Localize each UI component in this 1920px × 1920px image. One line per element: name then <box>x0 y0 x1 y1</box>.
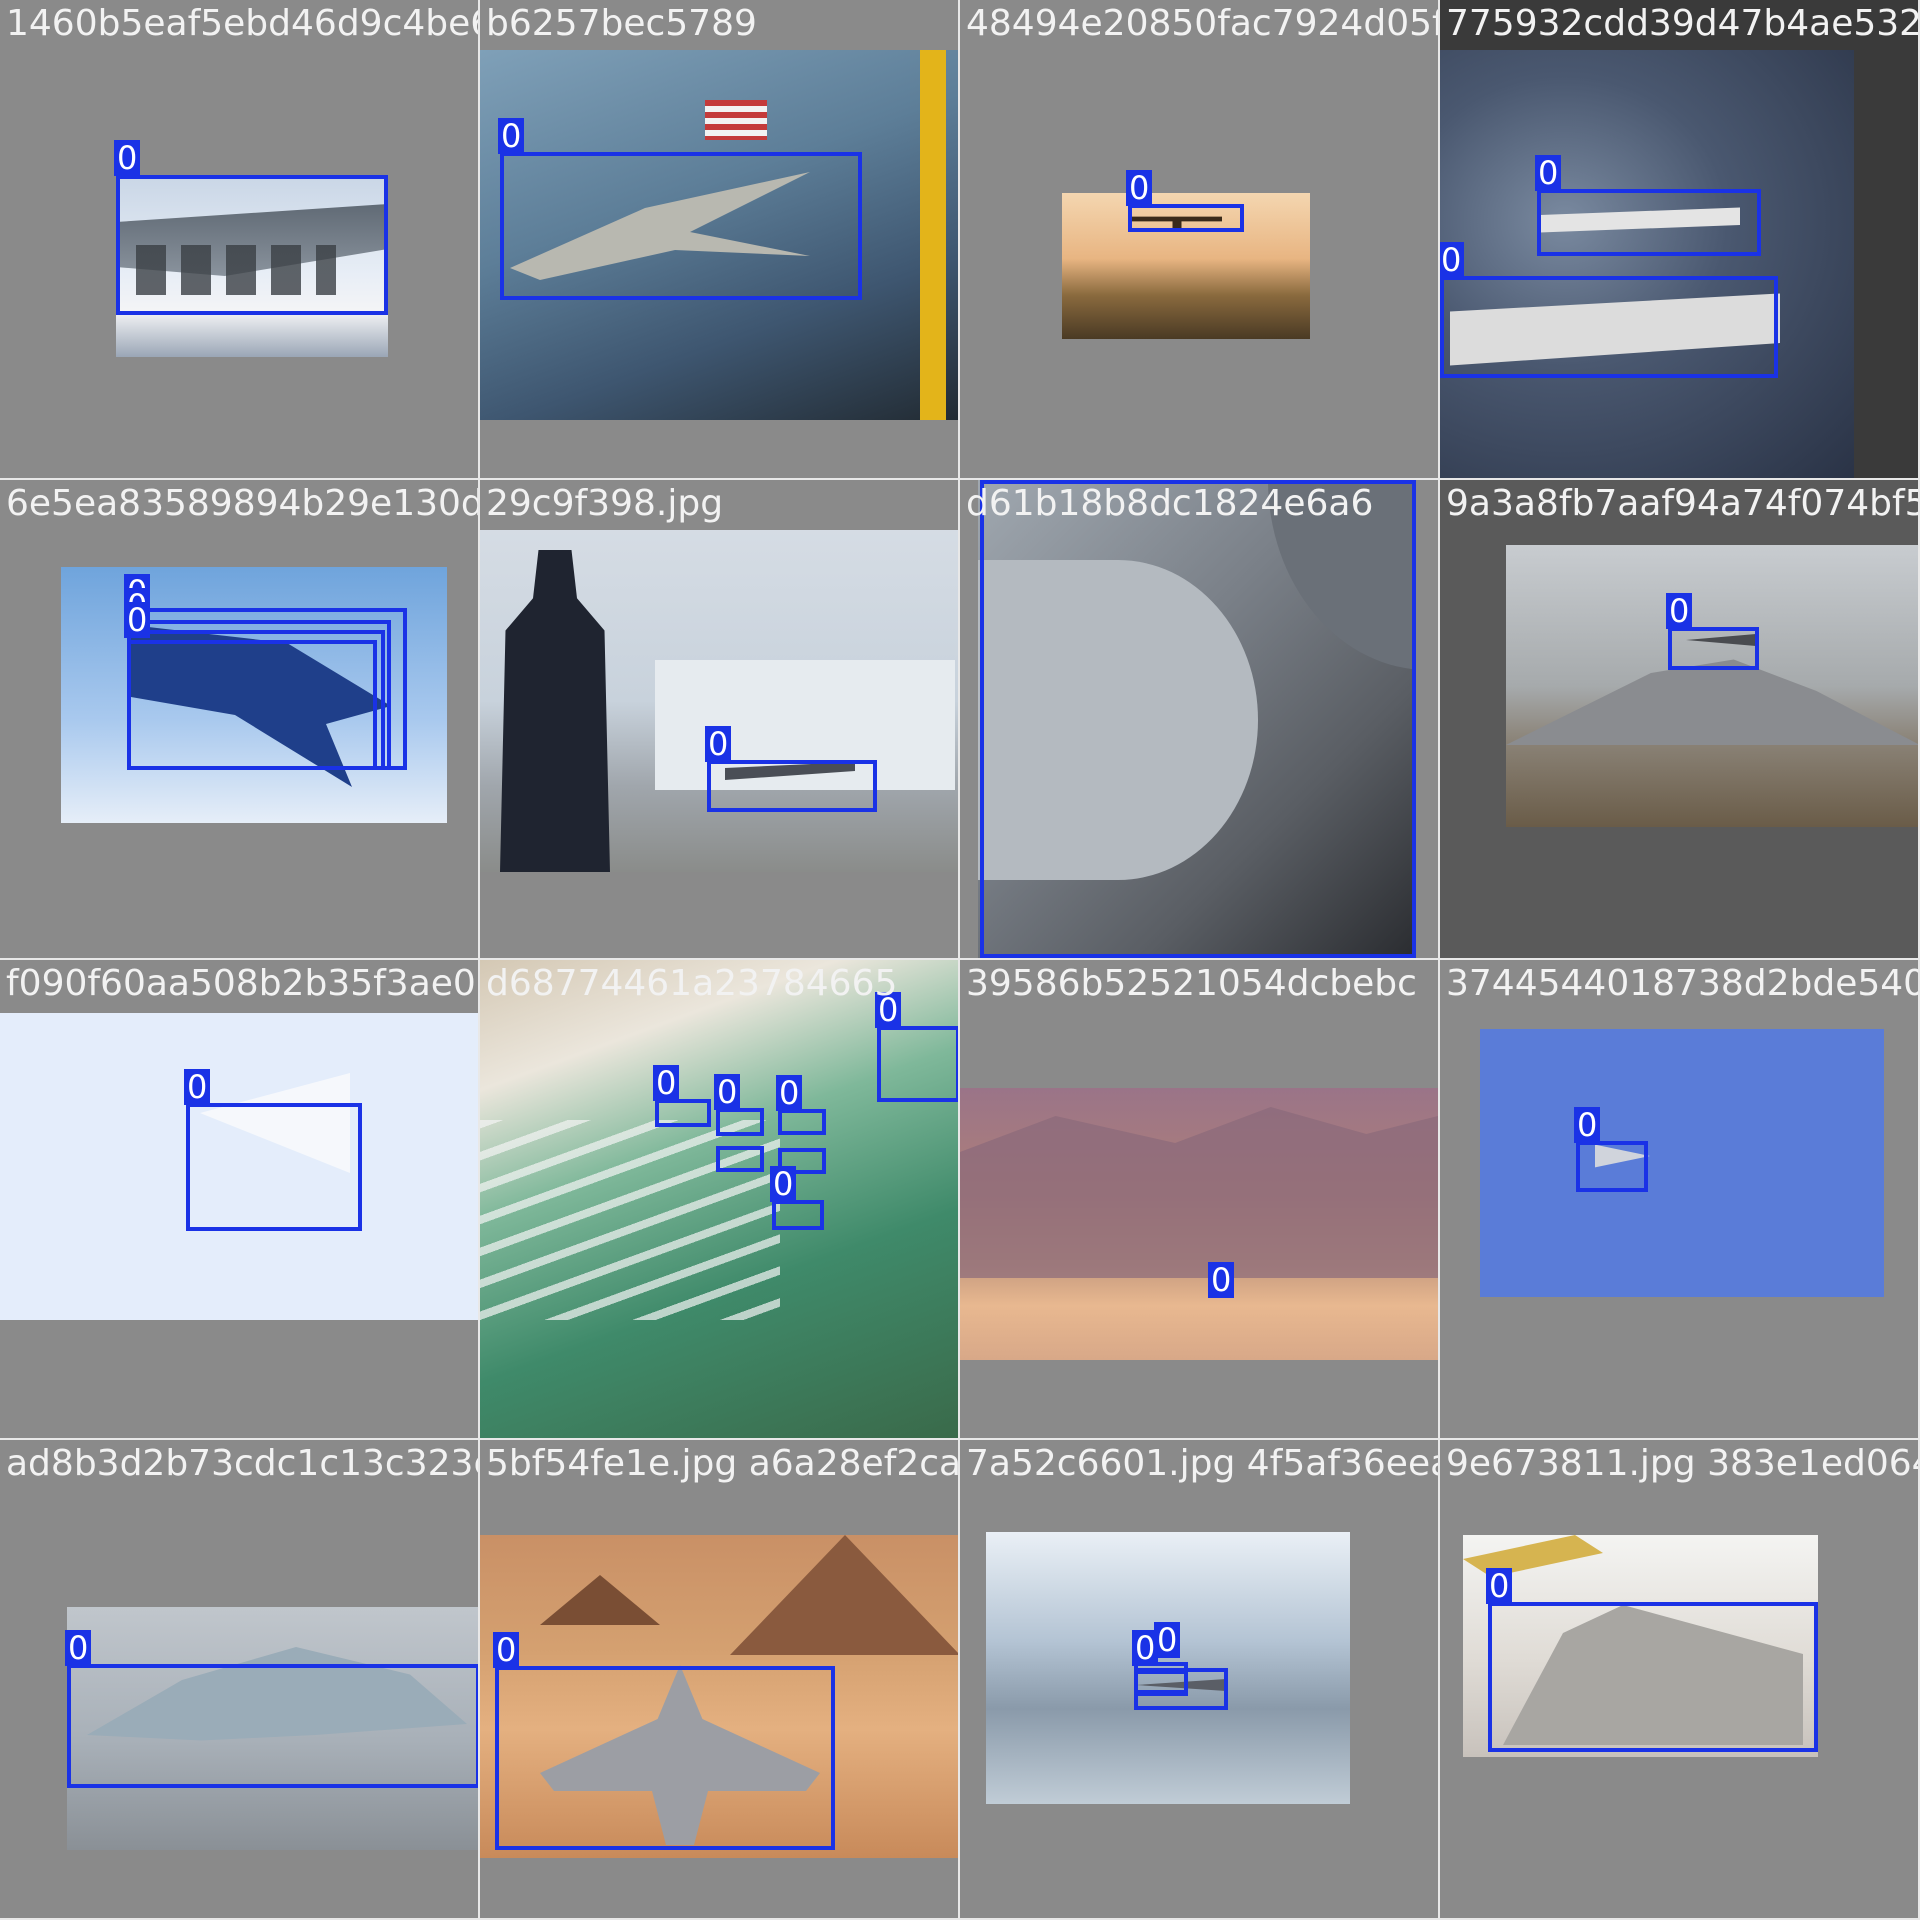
tile-8: 0 9a3a8fb7aaf94a74f074bf538 <box>1440 480 1920 960</box>
detection-label: 0 <box>1574 1107 1601 1143</box>
tile-filename: 48494e20850fac7924d05f7 <box>966 3 1440 44</box>
image-mosaic: 0 1460b5eaf5ebd46d9c4be6ea 0 b6257bec578… <box>0 0 1920 1920</box>
detection-label: 0 <box>1486 1568 1513 1604</box>
tile-1: 0 1460b5eaf5ebd46d9c4be6ea <box>0 0 480 480</box>
detection-label: 0 <box>705 726 732 762</box>
tile-filename: ad8b3d2b73cdc1c13c323c9b <box>6 1443 478 1484</box>
detection-label: 0 <box>1535 155 1562 191</box>
photo-blue-sky-jet <box>1480 1029 1884 1297</box>
detection-box <box>67 1664 478 1788</box>
tile-11: 0 39586b52521054dcbebc <box>960 960 1440 1440</box>
detection-label: 0 <box>124 602 151 638</box>
pyramid-small-shape <box>540 1575 660 1625</box>
detection-box <box>127 640 377 770</box>
detection-label: 0 <box>498 118 525 154</box>
detection-label: 0 <box>776 1075 803 1111</box>
detection-box <box>1134 1668 1228 1710</box>
detection-box <box>116 175 388 315</box>
tile-filename: 7a52c6601.jpg 4f5af36eea2a9f <box>966 1443 1438 1484</box>
detection-label: 0 <box>184 1069 211 1105</box>
tile-filename: 9a3a8fb7aaf94a74f074bf538 <box>1446 483 1918 524</box>
detection-box <box>1440 276 1778 378</box>
tile-5: 0 0 0 6e5ea83589894b29e130d9ef <box>0 480 480 960</box>
detection-box <box>186 1103 362 1231</box>
tile-filename: 1460b5eaf5ebd46d9c4be6ea <box>6 3 478 44</box>
photo-hangar-kf21 <box>480 530 958 872</box>
tile-filename: 775932cdd39d47b4ae532580967c62474eae5c <box>1446 3 1920 44</box>
detection-box <box>716 1146 764 1172</box>
detection-box <box>772 1200 824 1230</box>
photo-awacs-sky <box>1440 50 1854 478</box>
tile-filename: b6257bec5789 <box>486 3 757 44</box>
detection-box <box>1668 627 1759 670</box>
detection-label: 0 <box>1440 242 1465 278</box>
tile-filename: d61b18b8dc1824e6a6 <box>966 483 1374 524</box>
detection-box <box>1128 204 1244 232</box>
pyramid-large-shape <box>730 1535 958 1655</box>
detection-box <box>980 480 1416 958</box>
tile-filename: d68774461a23784665 <box>486 963 898 1004</box>
detection-box <box>1488 1602 1818 1752</box>
tile-13: 0 ad8b3d2b73cdc1c13c323c9b <box>0 1440 480 1920</box>
detection-box <box>500 152 862 300</box>
detection-box <box>1576 1141 1648 1192</box>
excavator-arm-shape <box>1463 1535 1603 1577</box>
yellow-crane-shape <box>920 50 946 420</box>
detection-label: 0 <box>1666 593 1693 629</box>
detection-box <box>877 1026 958 1102</box>
tile-6: 0 29c9f398.jpg <box>480 480 960 960</box>
tile-filename: 29c9f398.jpg <box>486 483 724 524</box>
detection-label: 0 <box>65 1630 92 1666</box>
detection-label: 0 <box>770 1166 797 1202</box>
detection-box <box>778 1109 826 1135</box>
flag-shape <box>705 100 767 140</box>
detection-box <box>707 760 877 812</box>
detection-box <box>716 1108 764 1136</box>
person-silhouette-shape <box>500 550 610 872</box>
tile-filename: 3744544018738d2bde540aa5 <box>1446 963 1920 1004</box>
tile-2: 0 b6257bec5789 <box>480 0 960 480</box>
detection-box <box>655 1099 711 1127</box>
detection-label: 0 <box>493 1632 520 1668</box>
tile-14: 0 5bf54fe1e.jpg a6a28ef2ca3ea <box>480 1440 960 1920</box>
tile-filename: 5bf54fe1e.jpg a6a28ef2ca3ea <box>486 1443 960 1484</box>
tile-3: 0 48494e20850fac7924d05f7 <box>960 0 1440 480</box>
detection-label: 0 <box>1208 1262 1235 1298</box>
tile-12: 0 3744544018738d2bde540aa5 <box>1440 960 1920 1440</box>
tile-filename: f090f60aa508b2b35f3ae0794 <box>6 963 478 1004</box>
detection-box <box>495 1666 835 1850</box>
tile-15: 0 0 7a52c6601.jpg 4f5af36eea2a9f <box>960 1440 1440 1920</box>
detection-box <box>1537 189 1761 256</box>
mountain-ridge-shape <box>960 1107 1438 1278</box>
detection-label: 0 <box>114 140 141 176</box>
tile-filename: 9e673811.jpg 383e1ed06477ea <box>1446 1443 1918 1484</box>
detection-label: 0 <box>714 1074 741 1110</box>
detection-label: 0 <box>1126 170 1153 206</box>
tile-16: 0 9e673811.jpg 383e1ed06477ea <box>1440 1440 1920 1920</box>
tile-9: 0 f090f60aa508b2b35f3ae0794 <box>0 960 480 1440</box>
tile-10: 0 0 0 0 0 d68774461a23784665 <box>480 960 960 1440</box>
photo-mountain-jet <box>1506 545 1918 827</box>
photo-desert-mountains <box>960 1088 1438 1360</box>
detection-label: 0 <box>1154 1622 1181 1658</box>
tile-7: 0 d61b18b8dc1824e6a6 <box>960 480 1440 960</box>
tile-4: 0 0 775932cdd39d47b4ae532580967c62474eae… <box>1440 0 1920 480</box>
tile-filename: 6e5ea83589894b29e130d9ef <box>6 483 480 524</box>
tile-filename: 39586b52521054dcbebc <box>966 963 1417 1004</box>
detection-label: 0 <box>653 1065 680 1101</box>
